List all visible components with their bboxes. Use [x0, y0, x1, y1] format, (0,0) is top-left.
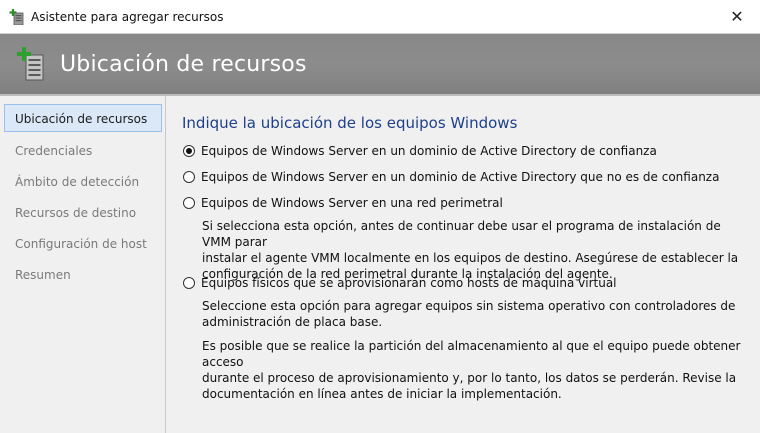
sidebar-item-credenciales[interactable]: Credenciales [4, 136, 162, 164]
option-ad-no-confianza[interactable]: Equipos de Windows Server en un dominio … [183, 170, 719, 184]
description-line: Si selecciona esta opción, antes de cont… [202, 219, 721, 249]
sidebar-item-ambito[interactable]: Ámbito de detección [4, 167, 162, 195]
option-label: Equipos de Windows Server en una red per… [201, 196, 503, 210]
server-add-icon [16, 46, 48, 82]
description-line: Seleccione esta opción para agregar equi… [202, 299, 736, 313]
note-line: documentación en línea antes de iniciar … [202, 387, 562, 401]
option-note: Es posible que se realice la partición d… [202, 338, 742, 402]
note-line: Es posible que se realice la partición d… [202, 339, 741, 369]
option-label: Equipos de Windows Server en un dominio … [201, 144, 657, 158]
option-equipos-fisicos[interactable]: Equipos físicos que se aprovisionarán co… [183, 276, 617, 290]
radio-button[interactable] [183, 197, 195, 209]
description-line: administración de placa base. [202, 315, 383, 329]
server-add-icon [9, 8, 25, 25]
window-title: Asistente para agregar recursos [31, 9, 224, 24]
title-bar: Asistente para agregar recursos ✕ [0, 0, 760, 34]
section-heading: Indique la ubicación de los equipos Wind… [182, 114, 518, 132]
sidebar-item-recursos-destino[interactable]: Recursos de destino [4, 198, 162, 226]
option-description: Seleccione esta opción para agregar equi… [202, 298, 742, 330]
option-label: Equipos físicos que se aprovisionarán co… [201, 276, 617, 290]
option-red-perimetral[interactable]: Equipos de Windows Server en una red per… [183, 196, 503, 210]
option-label: Equipos de Windows Server en un dominio … [201, 170, 720, 184]
note-line: durante el proceso de aprovisionamiento … [202, 371, 737, 385]
sidebar-item-resumen[interactable]: Resumen [4, 260, 162, 288]
radio-button[interactable] [183, 277, 195, 289]
page-title: Ubicación de recursos [60, 51, 307, 77]
description-line: instalar el agente VMM localmente en los… [202, 251, 739, 265]
sidebar-item-configuracion-host[interactable]: Configuración de host [4, 229, 162, 257]
main-panel: Indique la ubicación de los equipos Wind… [167, 96, 760, 433]
header-banner: Ubicación de recursos [0, 34, 760, 94]
sidebar-item-ubicacion[interactable]: Ubicación de recursos [4, 104, 162, 132]
radio-button[interactable] [183, 145, 195, 157]
option-ad-confianza[interactable]: Equipos de Windows Server en un dominio … [183, 144, 657, 158]
close-icon[interactable]: ✕ [714, 0, 760, 33]
radio-button[interactable] [183, 171, 195, 183]
wizard-step-nav: Ubicación de recursos Credenciales Ámbit… [0, 96, 166, 433]
option-description: Si selecciona esta opción, antes de cont… [202, 218, 742, 282]
